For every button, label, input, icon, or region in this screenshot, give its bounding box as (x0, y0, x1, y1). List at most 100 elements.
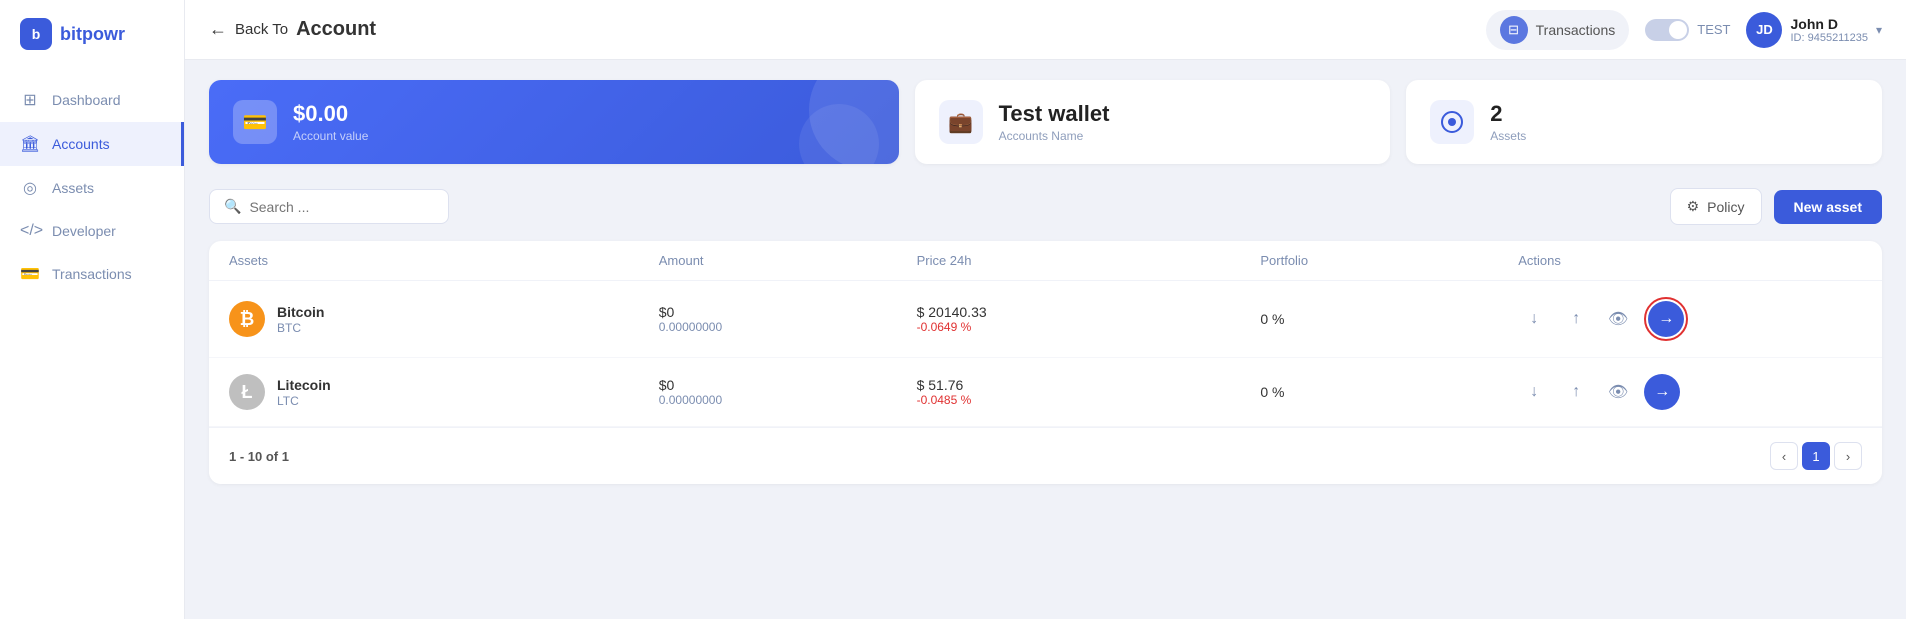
upload-button[interactable]: ↑ (1560, 303, 1592, 335)
toolbar-right: ⚙ Policy New asset (1670, 188, 1882, 225)
ltc-icon: Ł (229, 374, 265, 410)
portfolio-cell: 0 % (1260, 311, 1518, 327)
view-button[interactable]: 👁 (1602, 376, 1634, 408)
transactions-icon: ⊟ (1500, 16, 1528, 44)
asset-name-cell: Ł Litecoin LTC (229, 374, 659, 410)
amount-sub: 0.00000000 (659, 393, 917, 407)
account-value-label: Account value (293, 129, 368, 143)
logo[interactable]: b bitpowr (0, 0, 184, 68)
back-arrow-icon: ← (209, 19, 227, 40)
asset-name: Litecoin (277, 377, 331, 393)
transactions-icon: 💳 (20, 264, 40, 284)
arrow-circled: → (1644, 297, 1688, 341)
test-toggle-area: TEST (1645, 19, 1730, 41)
search-icon: 🔍 (224, 198, 241, 215)
avatar: JD (1746, 12, 1782, 48)
wallet-name: Test wallet (999, 101, 1110, 127)
sidebar-item-label: Transactions (52, 266, 132, 282)
back-button[interactable]: ← Back To Account (209, 18, 376, 41)
wallet-card: 💼 Test wallet Accounts Name (915, 80, 1391, 164)
assets-count-info: 2 Assets (1490, 101, 1526, 143)
account-title: Account (296, 18, 376, 41)
sidebar-item-assets[interactable]: ◎ Assets (0, 166, 184, 210)
price-cell: $ 51.76 -0.0485 % (917, 377, 1261, 407)
asset-info: Litecoin LTC (277, 377, 331, 408)
gear-icon: ⚙ (1687, 198, 1700, 215)
navigate-button[interactable]: → (1644, 374, 1680, 410)
navigate-button[interactable]: → (1648, 301, 1684, 337)
sidebar-item-label: Assets (52, 180, 94, 196)
assets-count-icon (1430, 100, 1474, 144)
assets-table: Assets Amount Price 24h Portfolio Action… (209, 241, 1882, 484)
policy-label: Policy (1707, 199, 1744, 215)
back-label: Back To (235, 21, 288, 38)
asset-name: Bitcoin (277, 304, 324, 320)
assets-toolbar: 🔍 ⚙ Policy New asset (209, 188, 1882, 225)
amount-main: $0 (659, 377, 917, 393)
pagination-controls: ‹ 1 › (1770, 442, 1862, 470)
col-assets: Assets (229, 253, 659, 268)
sidebar-item-label: Accounts (52, 136, 110, 152)
pagination-info: 1 - 10 of 1 (229, 449, 289, 464)
stats-row: 💳 $0.00 Account value 💼 Test wallet Acco… (209, 80, 1882, 164)
header: ← Back To Account ⊟ Transactions TEST JD… (185, 0, 1906, 60)
wallet-sub: Accounts Name (999, 129, 1110, 143)
search-box[interactable]: 🔍 (209, 189, 449, 224)
download-button[interactable]: ↓ (1518, 376, 1550, 408)
user-menu[interactable]: JD John D ID: 9455211235 ▾ (1746, 12, 1882, 48)
assets-label: Assets (1490, 129, 1526, 143)
amount-main: $0 (659, 304, 917, 320)
transactions-button[interactable]: ⊟ Transactions (1486, 10, 1630, 50)
actions-cell: ↓ ↑ 👁 → (1518, 374, 1862, 410)
header-right: ⊟ Transactions TEST JD John D ID: 945521… (1486, 10, 1882, 50)
content-area: 💳 $0.00 Account value 💼 Test wallet Acco… (185, 60, 1906, 619)
search-input[interactable] (249, 199, 434, 215)
view-button[interactable]: 👁 (1602, 303, 1634, 335)
assets-count-card: 2 Assets (1406, 80, 1882, 164)
sidebar-item-transactions[interactable]: 💳 Transactions (0, 252, 184, 296)
sidebar-item-accounts[interactable]: 🏛 Accounts (0, 122, 184, 166)
upload-button[interactable]: ↑ (1560, 376, 1592, 408)
price-change: -0.0485 % (917, 393, 1261, 407)
table-row: Ł Litecoin LTC $0 0.00000000 $ 51.76 -0.… (209, 358, 1882, 427)
logo-text: bitpowr (60, 24, 125, 45)
assets-count: 2 (1490, 101, 1526, 127)
assets-icon: ◎ (20, 178, 40, 198)
asset-ticker: LTC (277, 394, 331, 408)
wallet-info: Test wallet Accounts Name (999, 101, 1110, 143)
col-portfolio: Portfolio (1260, 253, 1518, 268)
user-name: John D (1790, 16, 1867, 32)
accounts-icon: 🏛 (20, 134, 40, 154)
test-label: TEST (1697, 22, 1730, 37)
account-value: $0.00 (293, 101, 368, 127)
amount-sub: 0.00000000 (659, 320, 917, 334)
user-details: John D ID: 9455211235 (1790, 16, 1867, 44)
sidebar-item-developer[interactable]: </> Developer (0, 210, 184, 252)
amount-cell: $0 0.00000000 (659, 304, 917, 334)
sidebar-item-label: Dashboard (52, 92, 121, 108)
test-toggle[interactable] (1645, 19, 1689, 41)
price-main: $ 51.76 (917, 377, 1261, 393)
sidebar: b bitpowr ⊞ Dashboard 🏛 Accounts ◎ Asset… (0, 0, 185, 619)
dashboard-icon: ⊞ (20, 90, 40, 110)
sidebar-nav: ⊞ Dashboard 🏛 Accounts ◎ Assets </> Deve… (0, 68, 184, 619)
price-main: $ 20140.33 (917, 304, 1261, 320)
page-1-button[interactable]: 1 (1802, 442, 1830, 470)
portfolio-cell: 0 % (1260, 384, 1518, 400)
sidebar-item-dashboard[interactable]: ⊞ Dashboard (0, 78, 184, 122)
price-change: -0.0649 % (917, 320, 1261, 334)
account-value-card: 💳 $0.00 Account value (209, 80, 899, 164)
user-id: ID: 9455211235 (1790, 32, 1867, 44)
asset-info: Bitcoin BTC (277, 304, 324, 335)
transactions-label: Transactions (1536, 22, 1616, 38)
card-icon: 💳 (233, 100, 277, 144)
main-content: ← Back To Account ⊟ Transactions TEST JD… (185, 0, 1906, 619)
col-price: Price 24h (917, 253, 1261, 268)
next-page-button[interactable]: › (1834, 442, 1862, 470)
prev-page-button[interactable]: ‹ (1770, 442, 1798, 470)
col-actions: Actions (1518, 253, 1862, 268)
download-button[interactable]: ↓ (1518, 303, 1550, 335)
new-asset-button[interactable]: New asset (1774, 190, 1882, 224)
policy-button[interactable]: ⚙ Policy (1670, 188, 1762, 225)
wallet-icon: 💼 (939, 100, 983, 144)
